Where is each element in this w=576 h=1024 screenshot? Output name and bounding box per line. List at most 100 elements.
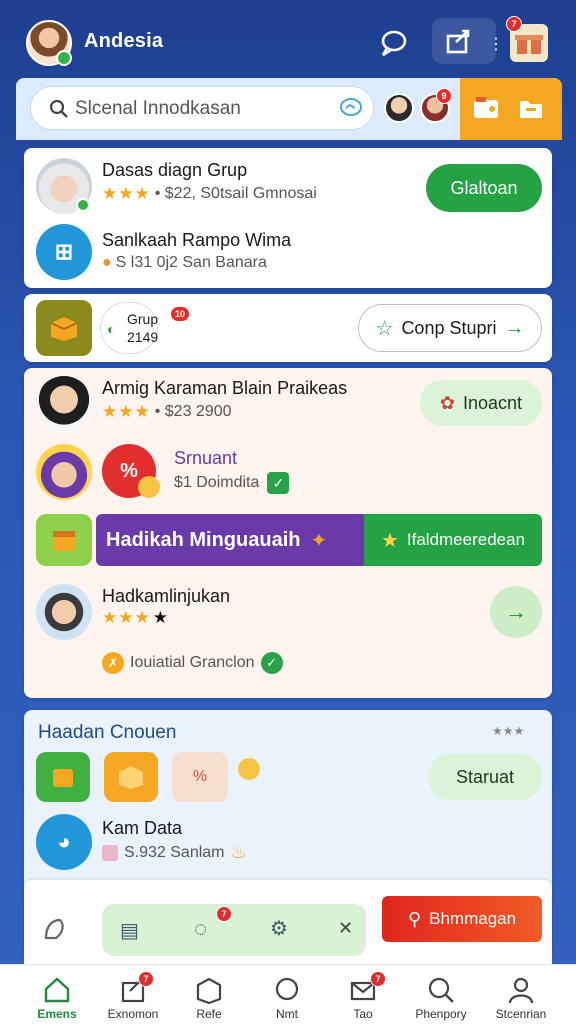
banner-title: Hadikah Minguauaih: [106, 528, 301, 551]
member-sub: $1 Doimdita: [174, 474, 260, 491]
reward-card: Armig Karaman Blain Praikeas ★★★ • $23 2…: [24, 368, 552, 698]
redeem-banner[interactable]: ★ Ifaldmeeredean: [364, 514, 542, 566]
compare-button[interactable]: ☆ Conp Stupri →: [358, 304, 542, 352]
compare-label: Conp Stupri: [401, 317, 497, 338]
nav-badge: 7: [138, 971, 154, 987]
group-title: Dasas diagn Grup: [102, 160, 248, 180]
redeem-label: Ifaldmeeredean: [406, 530, 526, 549]
comment-icon[interactable]: ◌: [194, 916, 207, 942]
member-subline: $1 Doimdita ✓: [174, 472, 290, 494]
app-avatar[interactable]: ◕: [36, 814, 92, 870]
search-icon: ⚲: [407, 908, 422, 929]
app-avatar[interactable]: ⊞: [36, 224, 92, 280]
search-button-label: Bhmmagan: [429, 909, 517, 928]
search-submit-button[interactable]: ⚲ Bhmmagan: [382, 896, 542, 942]
item-subline: S.932 Sanlam ♨: [102, 842, 247, 863]
nav-label: Refe: [196, 1007, 222, 1021]
coin-icon: ●: [102, 254, 112, 271]
online-indicator: [56, 50, 72, 66]
search-input[interactable]: Slcenal Innodkasan: [30, 86, 374, 130]
search-placeholder: Slcenal Innodkasan: [75, 98, 241, 119]
bottom-navigation: Emens Exnomon 7 Refe Nmt Tao 7 Phenpory …: [0, 964, 576, 1024]
group-status-line: ✗ Iouiatial Granclon ✓: [102, 652, 283, 674]
item-sub: S l31 0j2 San Banara: [115, 254, 267, 271]
member-avatar[interactable]: [36, 584, 92, 640]
nav-label: Stcenrian: [495, 1007, 547, 1021]
rating-line: ★★★ ★: [102, 608, 168, 628]
group-price: • $22, S0tsail Gmnosai: [154, 185, 317, 202]
wallet-icon[interactable]: [472, 96, 500, 125]
box-icon: [196, 977, 222, 1005]
group-label: Grup: [127, 311, 159, 327]
rating-line: ★★★ • $23 2900: [102, 402, 232, 422]
star-outline-icon: ☆: [375, 317, 394, 340]
rating-stars: ★★★: [102, 608, 151, 627]
member-avatar[interactable]: [36, 376, 92, 432]
nav-item-mail[interactable]: Tao 7: [328, 965, 398, 1024]
item-subline: ● S l31 0j2 San Banara: [102, 254, 267, 272]
nav-item-home[interactable]: Emens: [22, 965, 92, 1024]
nav-label: Emens: [37, 1007, 77, 1021]
document-icon[interactable]: ▤: [120, 918, 139, 943]
percent-icon[interactable]: %: [172, 752, 228, 802]
weekly-banner[interactable]: Hadikah Minguauaih ✦: [96, 514, 364, 566]
nav-item-profile[interactable]: Stcenrian: [486, 965, 556, 1024]
rating-star-empty: ★: [152, 608, 168, 627]
nav-item-search[interactable]: Phenpory: [406, 965, 476, 1024]
refresh-icon: ◐: [107, 321, 116, 337]
member-price: • $23 2900: [154, 403, 232, 420]
start-button[interactable]: Staruat: [428, 754, 542, 800]
nav-label: Exnomon: [107, 1007, 159, 1021]
nav-item-edit[interactable]: Exnomon 7: [98, 965, 168, 1024]
group-stat-card: ◐ Grup 2149 10 ☆ Conp Stupri →: [24, 294, 552, 362]
rating-stars: ★★★: [102, 184, 151, 203]
close-icon[interactable]: ✕: [338, 918, 353, 939]
member-title: Hadkamlinjukan: [102, 586, 231, 606]
badge-icon: ✗: [102, 652, 124, 674]
star-icon: ★: [380, 529, 399, 552]
quick-actions: [460, 78, 562, 140]
box-icon[interactable]: [104, 752, 158, 802]
action-bar: ▤ ◌ 7 ⚙ ✕ ⚲ Bhmmagan: [24, 880, 552, 964]
fire-icon: ♨: [230, 842, 247, 862]
nav-label: Phenpory: [415, 1007, 467, 1021]
group-badge: 10: [170, 306, 190, 322]
folder-icon[interactable]: [518, 96, 544, 125]
search-panel: Slcenal Innodkasan 9: [16, 78, 562, 140]
section-title: Haadan Cnouen: [38, 722, 177, 743]
emoji-icon: [238, 758, 260, 780]
chat-icon[interactable]: [339, 97, 363, 124]
account-label: Inoacnt: [463, 392, 523, 413]
action-tray: ▤ ◌ 7 ⚙ ✕: [102, 904, 366, 956]
calendar-icon[interactable]: [36, 752, 90, 802]
member-avatar[interactable]: [36, 444, 92, 500]
grid-icon: ⊞: [54, 239, 74, 264]
gift-badge: 7: [506, 16, 522, 32]
nav-label: Nmt: [276, 1007, 298, 1021]
account-button[interactable]: ✿ Inoacnt: [420, 380, 542, 426]
more-dots-icon[interactable]: ⋮: [488, 34, 504, 54]
online-indicator: [76, 198, 90, 212]
arrow-right-icon[interactable]: →: [490, 586, 542, 638]
check-icon: ✓: [267, 472, 290, 494]
arrow-right-icon: →: [504, 316, 525, 339]
calendar-icon[interactable]: [36, 514, 92, 566]
box-icon[interactable]: [36, 300, 92, 356]
compass-icon[interactable]: [42, 916, 68, 949]
group-count: 2149: [127, 329, 159, 345]
share-icon[interactable]: [442, 24, 476, 58]
nav-badge: 7: [370, 971, 386, 987]
comment-badge: 7: [216, 906, 232, 922]
member-title: Armig Karaman Blain Praikeas: [102, 378, 348, 398]
nav-item-box[interactable]: Refe: [174, 965, 244, 1024]
item-title: Kam Data: [102, 818, 183, 838]
settings-icon[interactable]: ⚙: [270, 916, 288, 941]
chat-bubble-icon[interactable]: [376, 26, 410, 60]
more-indicator: ★★★: [492, 724, 525, 738]
join-button[interactable]: Glaltoan: [426, 164, 542, 212]
group-counter: ◐ Grup 2149: [100, 302, 158, 354]
droplet-icon: ◕: [57, 829, 71, 854]
check-icon: ✓: [260, 652, 283, 674]
nav-item-chat[interactable]: Nmt: [252, 965, 322, 1024]
friend-avatar[interactable]: [384, 93, 414, 123]
